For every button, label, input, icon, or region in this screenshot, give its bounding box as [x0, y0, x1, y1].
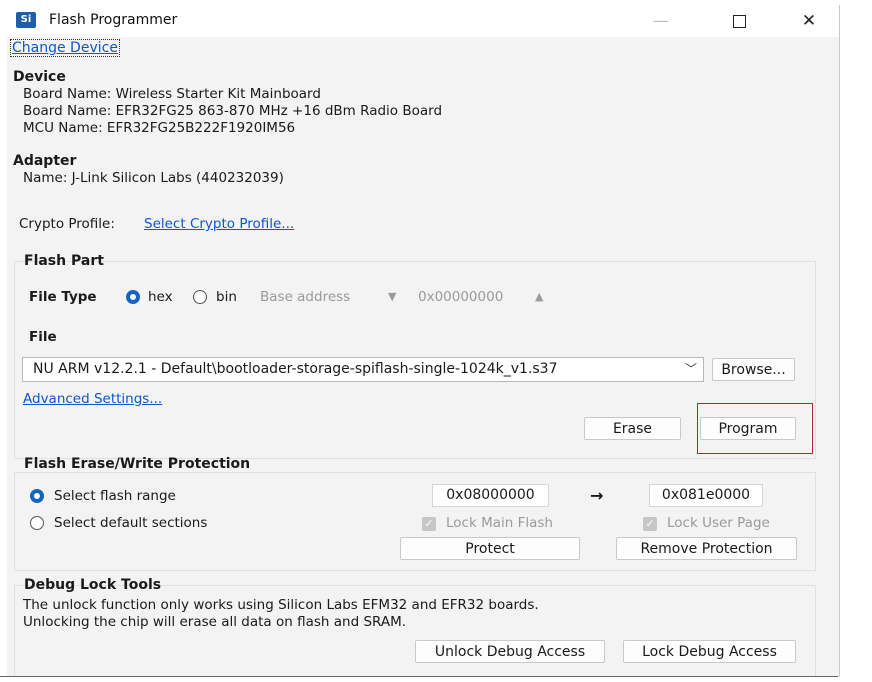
hex-label: hex [148, 289, 173, 305]
range-arrow-icon: → [590, 486, 604, 505]
program-highlight-box [697, 403, 813, 454]
advanced-settings-link[interactable]: Advanced Settings... [23, 391, 162, 407]
maximize-button[interactable] [717, 9, 761, 33]
range-start-field[interactable]: 0x08000000 [432, 484, 549, 507]
bottom-border [0, 676, 838, 677]
device-heading: Device [13, 69, 66, 85]
flash-part-heading: Flash Part [24, 253, 104, 269]
file-select[interactable]: NU ARM v12.2.1 - Default\bootloader-stor… [22, 357, 704, 382]
silabs-logo-icon: Si [16, 12, 36, 28]
close-button[interactable]: ✕ [787, 9, 831, 33]
debug-info-line-1: The unlock function only works using Sil… [23, 597, 539, 613]
lock-user-page-checkbox[interactable]: ✓ [643, 517, 657, 531]
select-crypto-profile-link[interactable]: Select Crypto Profile... [144, 216, 294, 232]
debug-info-line-2: Unlocking the chip will erase all data o… [23, 614, 407, 630]
protection-heading: Flash Erase/Write Protection [24, 456, 251, 472]
flash-programmer-window: Si Flash Programmer — ✕ Change Device De… [7, 5, 840, 677]
base-address-field[interactable]: 0x00000000 [418, 289, 503, 305]
bin-label: bin [216, 289, 237, 305]
maximize-icon [732, 15, 746, 28]
chevron-down-icon: ﹀ [684, 362, 697, 376]
title-bar: Si Flash Programmer — ✕ [7, 5, 839, 37]
crypto-profile-label: Crypto Profile: [19, 216, 115, 232]
base-address-label: Base address [260, 289, 351, 305]
hex-radio[interactable] [126, 290, 140, 304]
window-title: Flash Programmer [49, 12, 178, 28]
decrement-arrow-icon[interactable]: ▼ [388, 290, 396, 303]
unlock-debug-access-button[interactable]: Unlock Debug Access [415, 640, 605, 663]
adapter-name: Name: J-Link Silicon Labs (440232039) [23, 170, 284, 186]
flash-range-label: Select flash range [54, 488, 176, 504]
browse-button[interactable]: Browse... [712, 358, 795, 381]
lock-debug-access-button[interactable]: Lock Debug Access [623, 640, 796, 663]
minimize-button[interactable]: — [639, 9, 683, 33]
lock-main-flash-label: Lock Main Flash [446, 515, 553, 531]
default-sections-radio[interactable] [30, 516, 44, 530]
change-device-link[interactable]: Change Device [10, 39, 120, 57]
debug-lock-heading: Debug Lock Tools [24, 577, 162, 593]
erase-button[interactable]: Erase [584, 417, 681, 440]
adapter-heading: Adapter [13, 153, 77, 169]
lock-main-flash-checkbox[interactable]: ✓ [422, 517, 436, 531]
protect-button[interactable]: Protect [400, 537, 580, 560]
file-type-label: File Type [29, 289, 97, 305]
board-name-1: Board Name: Wireless Starter Kit Mainboa… [23, 86, 321, 102]
remove-protection-button[interactable]: Remove Protection [616, 537, 797, 560]
default-sections-label: Select default sections [54, 515, 208, 531]
board-name-2: Board Name: EFR32FG25 863-870 MHz +16 dB… [23, 103, 443, 119]
file-select-value: NU ARM v12.2.1 - Default\bootloader-stor… [33, 361, 558, 377]
mcu-name: MCU Name: EFR32FG25B222F1920IM56 [23, 120, 296, 136]
flash-range-radio[interactable] [30, 489, 44, 503]
lock-user-page-label: Lock User Page [667, 515, 770, 531]
increment-arrow-icon[interactable]: ▲ [535, 290, 543, 303]
file-label: File [29, 329, 57, 345]
range-end-field[interactable]: 0x081e0000 [649, 484, 763, 507]
bin-radio[interactable] [193, 290, 207, 304]
